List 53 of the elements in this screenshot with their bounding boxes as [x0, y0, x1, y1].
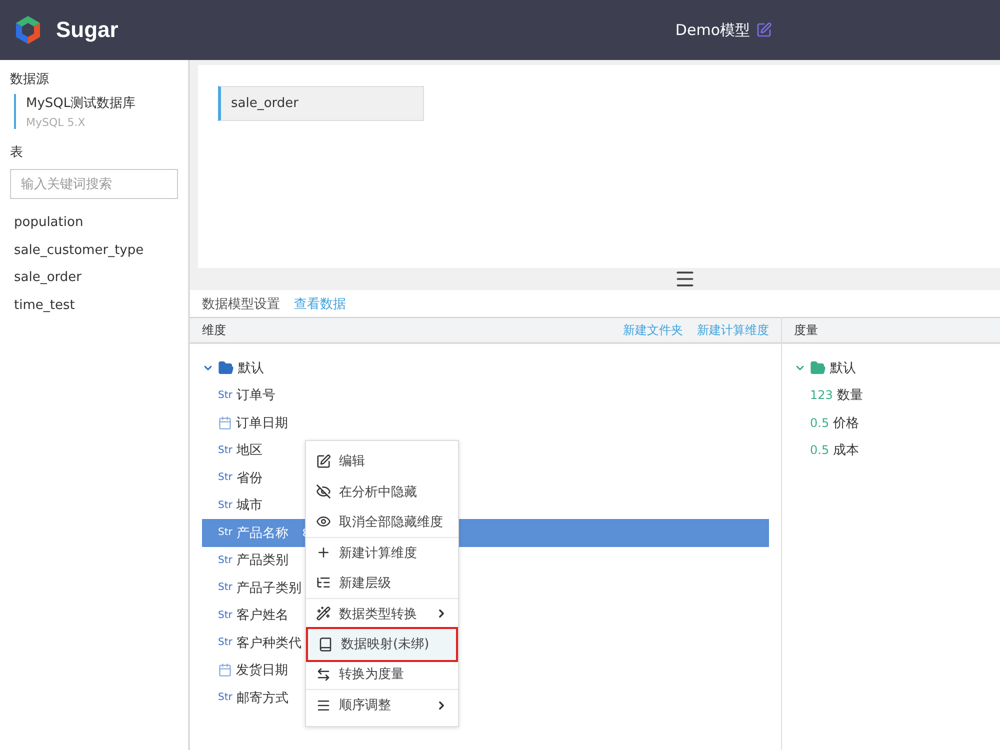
field-name: 价格 — [833, 414, 860, 432]
menu-item[interactable]: 新建层级 — [306, 568, 458, 598]
type-label: Str — [218, 527, 232, 538]
menu-item[interactable]: 数据映射(未绑) — [308, 629, 456, 660]
column-title: 维度 — [202, 322, 226, 338]
datasource-name: MySQL测试数据库 — [26, 95, 137, 112]
field-name[interactable]: 客户姓名 — [236, 606, 288, 624]
type-label: Str — [218, 444, 232, 456]
folder-name[interactable]: 默认 — [238, 358, 264, 377]
datasource-version: MySQL 5.X — [26, 116, 86, 129]
table-item[interactable]: sale_order — [0, 264, 188, 292]
field-name[interactable]: 省份 — [236, 468, 262, 487]
menu-item[interactable]: 数据类型转换 — [306, 598, 458, 629]
table-item[interactable]: sale_customer_type — [0, 236, 188, 264]
field-name[interactable]: 客户种类代 — [236, 634, 302, 652]
type-label: Str — [218, 582, 232, 594]
field-name: 成本 — [833, 442, 860, 460]
menu-item[interactable]: 转换为度量 — [306, 660, 458, 690]
type-label: Str — [218, 390, 232, 401]
column-title: 度量 — [794, 322, 818, 338]
type-label: Str — [218, 500, 232, 511]
section-heading: 表 — [9, 144, 24, 161]
menu-item[interactable]: 取消全部隐藏维度 — [306, 507, 458, 538]
tab[interactable]: 数据模型设置 — [202, 294, 280, 312]
table-node[interactable]: sale_order — [218, 86, 424, 121]
menu-item[interactable]: 在分析中隐藏 — [306, 476, 458, 507]
folder-name[interactable]: 默认 — [830, 358, 856, 377]
field-name[interactable]: 订单日期 — [236, 414, 288, 432]
datasource-item[interactable]: MySQL测试数据库 MySQL 5.X — [14, 94, 188, 129]
field-name[interactable]: 地区 — [236, 441, 262, 460]
field-name[interactable]: 产品子类别 — [236, 578, 302, 597]
type-label: Str — [218, 637, 232, 648]
field-name[interactable]: 邮寄方式 — [236, 688, 288, 707]
type-label: 0.5 — [810, 443, 830, 458]
field-name: 数量 — [836, 387, 863, 404]
type-label: Str — [218, 692, 232, 704]
field-name[interactable]: 产品类别 — [236, 551, 288, 570]
table-item[interactable]: population — [0, 209, 188, 236]
type-label: 123 — [810, 388, 833, 402]
search-field[interactable]: 输入关键词搜索 — [10, 169, 178, 199]
field-name[interactable]: 城市 — [236, 496, 262, 514]
brand-name: Sugar — [56, 17, 118, 43]
type-label: Str — [218, 554, 232, 566]
type-label: Str — [218, 610, 232, 621]
type-label: 0.5 — [810, 416, 830, 430]
menu-item[interactable]: 顺序调整 — [306, 690, 458, 720]
table-item[interactable]: time_test — [0, 292, 188, 319]
field-name[interactable]: 订单号 — [236, 386, 276, 404]
type-label: Str — [218, 472, 232, 484]
menu-item[interactable]: 编辑 — [306, 446, 458, 476]
field-name[interactable]: 发货日期 — [236, 661, 288, 680]
model-title: Demo模型 — [675, 20, 750, 40]
section-heading: 数据源 — [9, 71, 50, 88]
